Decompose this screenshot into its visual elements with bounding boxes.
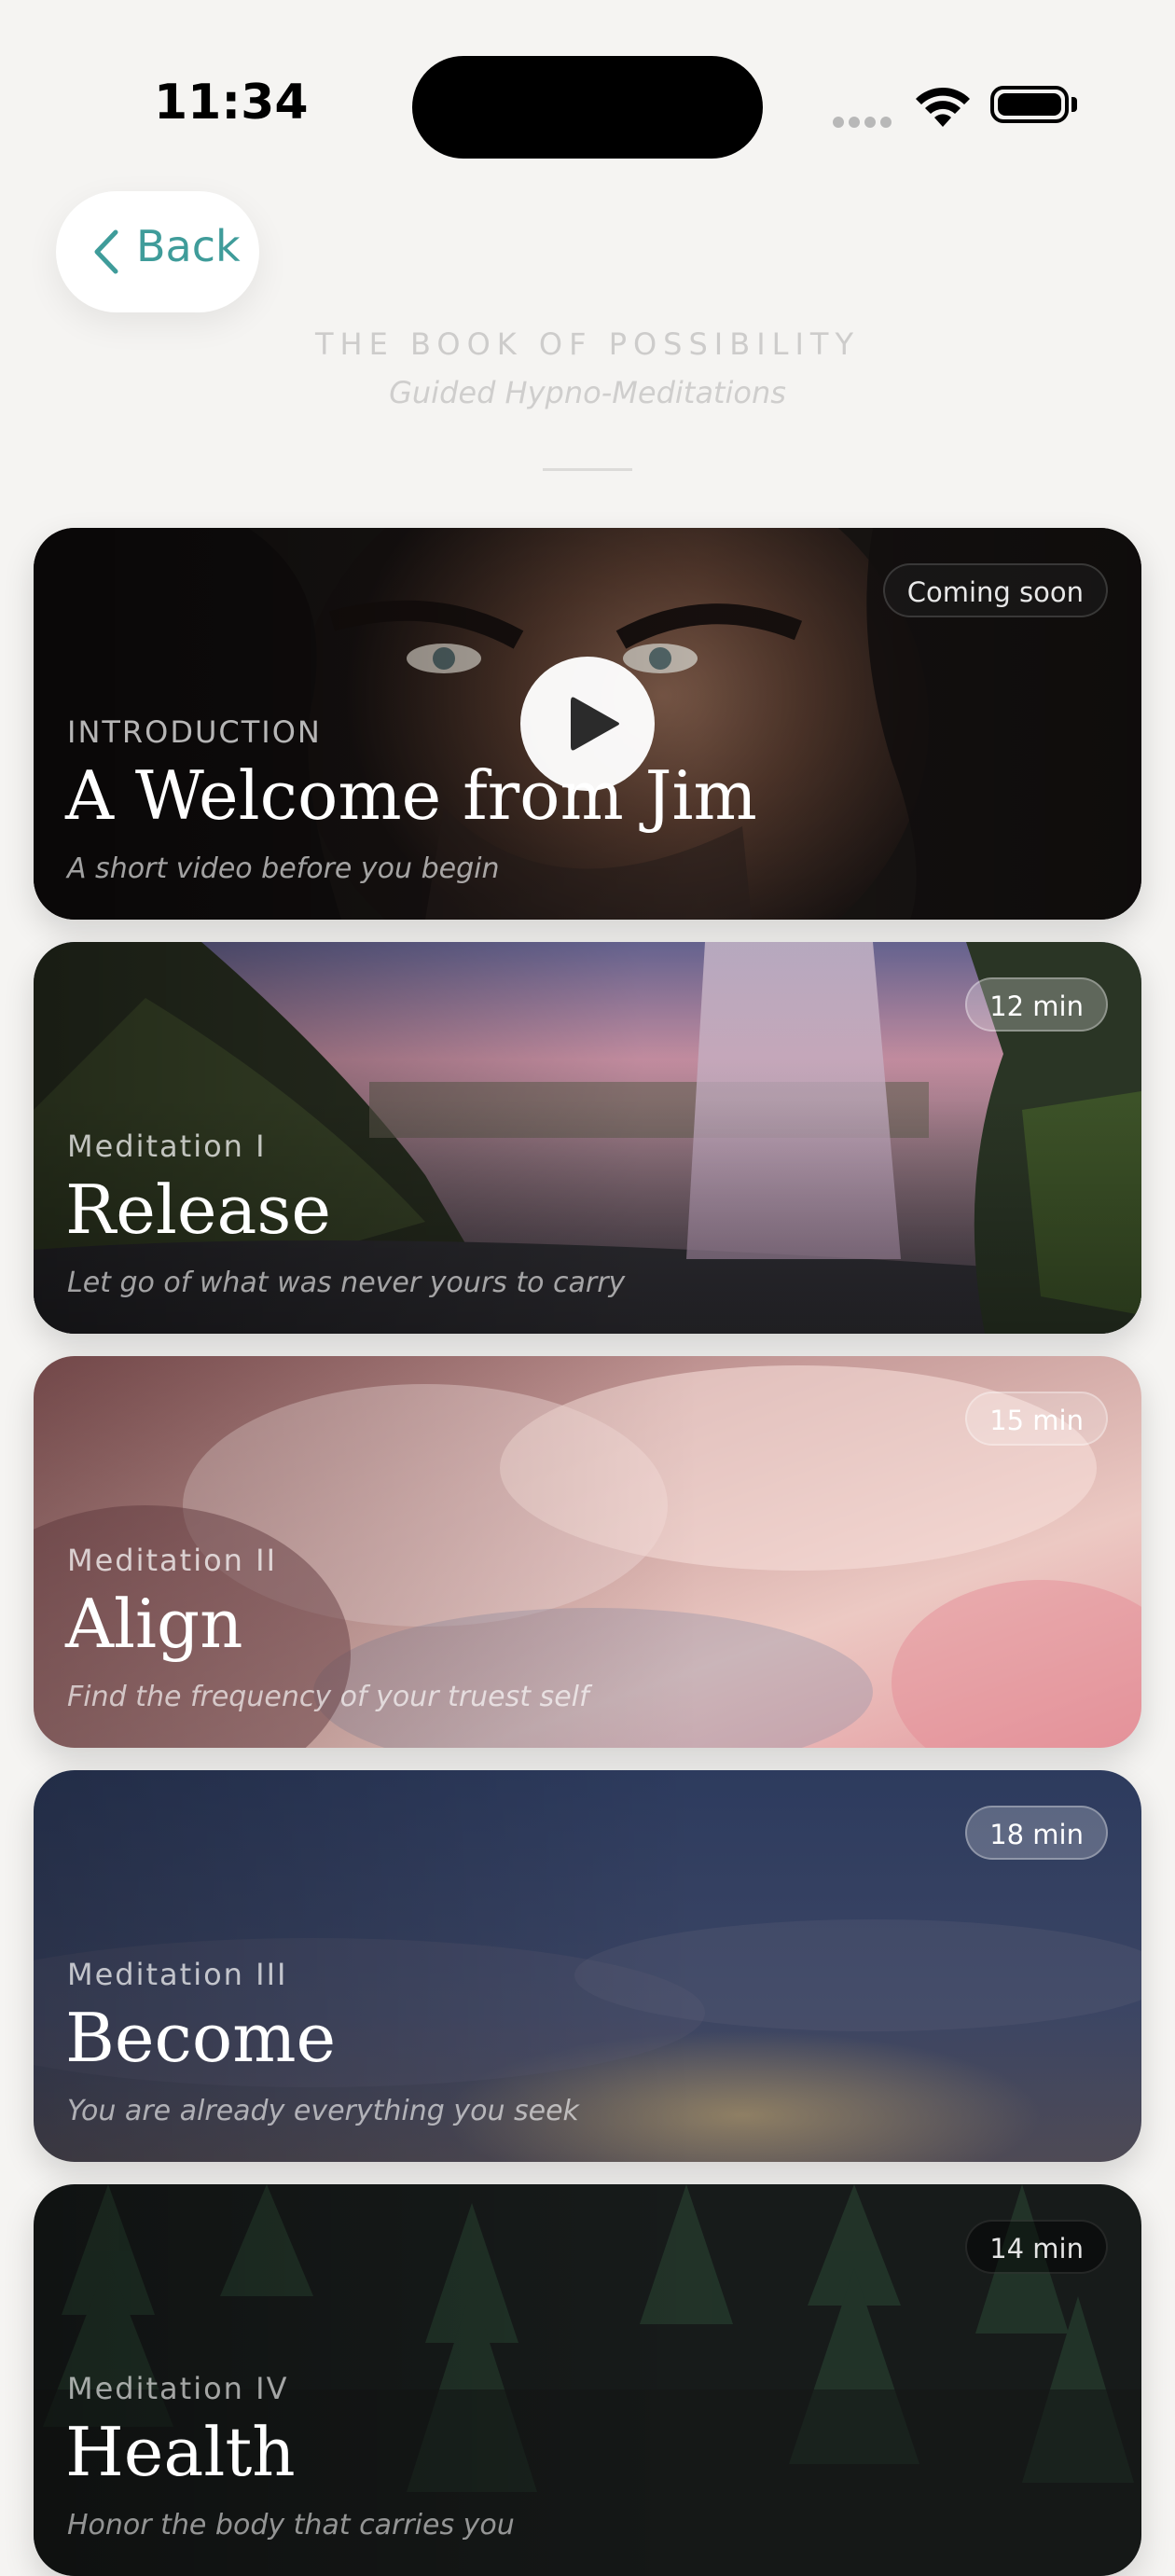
play-icon — [571, 697, 619, 751]
header-divider — [543, 468, 632, 471]
battery-tip — [1071, 97, 1077, 112]
status-bar: 11:34 — [0, 0, 1175, 159]
card-meditation-align[interactable]: 15 min Meditation II Align Find the freq… — [34, 1356, 1141, 1748]
card-subtitle: Let go of what was never yours to carry — [67, 1267, 626, 1299]
card-subtitle: Honor the body that carries you — [67, 2509, 515, 2541]
card-eyebrow: Meditation I — [67, 1129, 267, 1164]
card-meditation-release[interactable]: 12 min Meditation I Release Let go of wh… — [34, 942, 1141, 1334]
card-title: Health — [65, 2413, 296, 2491]
card-subtitle: You are already everything you seek — [67, 2095, 579, 2127]
back-label: Back — [136, 221, 241, 271]
card-introduction[interactable]: Coming soon INTRODUCTION A Welcome from … — [34, 528, 1141, 920]
card-meditation-become[interactable]: 18 min Meditation III Become You are alr… — [34, 1770, 1141, 2162]
chevron-left-icon — [94, 229, 118, 274]
status-badge: Coming soon — [882, 563, 1108, 617]
card-subtitle: A short video before you begin — [67, 852, 500, 885]
cellular-signal-icon — [833, 114, 896, 132]
play-button[interactable] — [520, 657, 655, 791]
page-title: THE BOOK OF POSSIBILITY — [315, 326, 860, 362]
card-eyebrow: Meditation II — [67, 1543, 277, 1578]
wifi-icon — [916, 87, 970, 127]
card-title: A Welcome from Jim — [65, 756, 757, 835]
battery-icon — [990, 86, 1069, 123]
page-subtitle: Guided Hypno-Meditations — [389, 375, 786, 410]
card-eyebrow: Meditation III — [67, 1957, 288, 1992]
card-title: Become — [65, 1999, 337, 2077]
duration-badge: 18 min — [965, 1806, 1108, 1860]
duration-badge: 14 min — [965, 2220, 1108, 2274]
duration-badge: 15 min — [965, 1392, 1108, 1446]
card-subtitle: Find the frequency of your truest self — [67, 1681, 589, 1713]
card-title: Release — [65, 1170, 331, 1249]
status-time: 11:34 — [154, 75, 309, 131]
card-eyebrow: INTRODUCTION — [67, 714, 322, 750]
card-title: Align — [65, 1585, 243, 1663]
back-button[interactable]: Back — [56, 191, 259, 312]
card-eyebrow: Meditation IV — [67, 2371, 289, 2406]
dynamic-island — [412, 56, 763, 159]
card-meditation-health[interactable]: 14 min Meditation IV Health Honor the bo… — [34, 2184, 1141, 2576]
duration-badge: 12 min — [965, 977, 1108, 1032]
